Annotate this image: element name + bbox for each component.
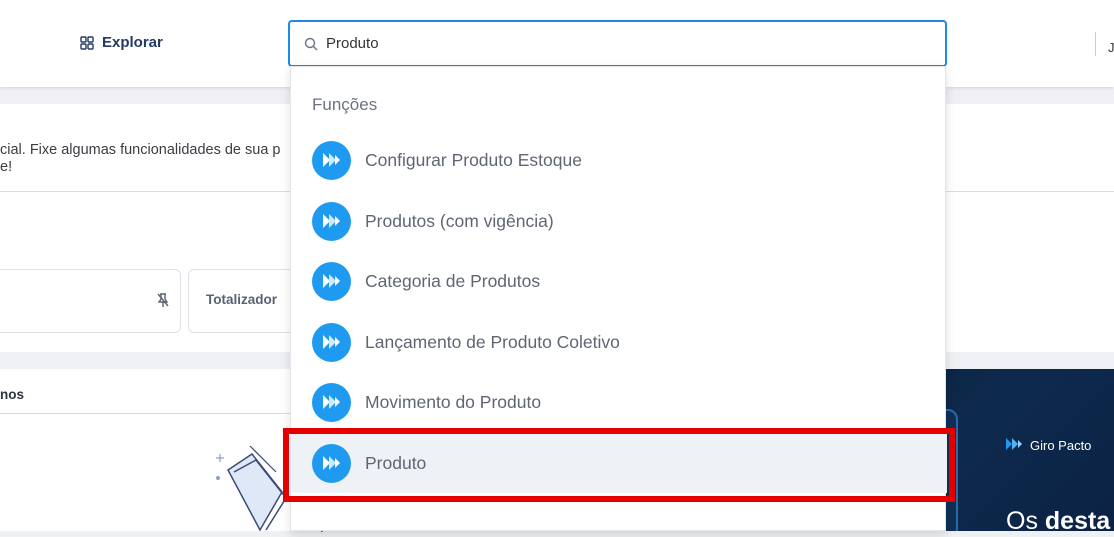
result-item[interactable]: Movimento do Produto — [291, 372, 947, 432]
result-item[interactable]: Lançamento de Produto Coletivo — [291, 312, 947, 372]
result-item-label: Lançamento de Produto Coletivo — [365, 331, 620, 352]
result-item-selected[interactable]: Produto — [291, 433, 947, 493]
explore-label: Explorar — [102, 34, 163, 51]
grid-icon — [80, 35, 94, 50]
pacto-logo-icon — [312, 443, 351, 483]
result-item-label: Categoria de Produtos — [365, 270, 541, 291]
notice-line-1: cial. Fixe algumas funcionalidades de su… — [0, 142, 281, 158]
search-input[interactable] — [326, 35, 886, 52]
unpin-icon[interactable] — [156, 292, 170, 313]
topbar-divider — [1095, 32, 1096, 56]
result-item[interactable]: Categoria de Produtos — [291, 251, 947, 311]
user-menu-edge[interactable]: J — [1108, 40, 1114, 54]
shortcut-card[interactable] — [0, 269, 181, 333]
search-results-dropdown: Funções Configurar Produto Estoque Produ… — [290, 66, 947, 531]
result-item-label: Produto — [365, 452, 427, 473]
search-box[interactable] — [288, 20, 947, 67]
search-icon — [304, 37, 318, 51]
pacto-logo-icon — [312, 201, 351, 241]
explore-button[interactable]: Explorar — [80, 34, 163, 51]
result-item-label: Configurar Produto Estoque — [365, 149, 582, 170]
banner-headline: Os desta — [1006, 507, 1110, 531]
result-item-label: Movimento do Produto — [365, 391, 542, 412]
pacto-logo-icon — [312, 382, 351, 422]
result-item-label: Produtos (com vigência) — [365, 210, 554, 231]
pacto-logo-icon — [312, 322, 351, 362]
pacto-logo-icon — [312, 261, 351, 301]
banner-logo: Giro Pacto — [1004, 435, 1091, 456]
banner-headline-bold: desta — [1044, 507, 1111, 531]
result-item[interactable]: Configurar Produto Estoque — [291, 130, 947, 190]
pacto-logo-icon — [312, 140, 351, 180]
pacto-logo-icon — [1004, 435, 1024, 456]
section-title: nos — [0, 387, 25, 402]
result-item[interactable]: Produtos (com vigência) — [291, 191, 947, 251]
results-group-header: Funções — [312, 95, 378, 114]
totalizer-label: Totalizador — [206, 292, 278, 307]
banner-brand: Giro Pacto — [1030, 438, 1092, 453]
notice-line-2: e! — [0, 159, 13, 175]
banner-headline-prefix: Os — [1006, 507, 1045, 531]
notice-text: cial. Fixe algumas funcionalidades de su… — [0, 142, 281, 176]
